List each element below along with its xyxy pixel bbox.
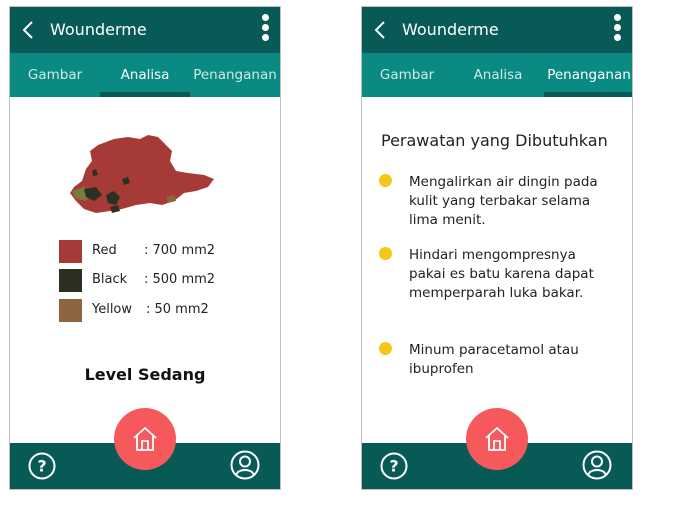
more-vert-icon[interactable] bbox=[612, 14, 622, 46]
legend-value: : 50 mm2 bbox=[146, 302, 209, 317]
legend-label: Red bbox=[92, 243, 117, 258]
home-icon bbox=[133, 427, 157, 451]
yellow-swatch bbox=[59, 299, 82, 322]
user-circle-icon[interactable] bbox=[581, 449, 613, 481]
home-icon bbox=[485, 427, 509, 451]
user-circle-icon[interactable] bbox=[229, 449, 261, 481]
tab-gambar[interactable]: Gambar bbox=[362, 53, 452, 97]
legend-value: : 500 mm2 bbox=[144, 272, 216, 287]
app-bar: Wounderme bbox=[10, 7, 280, 53]
bullet-icon bbox=[379, 342, 392, 355]
active-tab-indicator bbox=[544, 92, 632, 97]
care-item-text: Minum paracetamol atau ibuprofen bbox=[409, 342, 579, 377]
more-vert-icon[interactable] bbox=[260, 14, 270, 46]
black-swatch bbox=[59, 269, 82, 292]
tab-gambar[interactable]: Gambar bbox=[10, 53, 100, 97]
care-item-text: Hindari mengompresnya pakai es batu kare… bbox=[409, 247, 594, 301]
svg-text:?: ? bbox=[389, 457, 398, 476]
back-icon[interactable] bbox=[370, 19, 392, 41]
home-button[interactable] bbox=[114, 408, 176, 470]
care-item-text: Mengalirkan air dingin pada kulit yang t… bbox=[409, 174, 598, 228]
app-title: Wounderme bbox=[402, 20, 499, 39]
legend-value: : 700 mm2 bbox=[144, 243, 216, 258]
tab-analisa[interactable]: Analisa bbox=[452, 53, 544, 97]
legend-label: Yellow bbox=[92, 302, 133, 317]
analisa-screen: Wounderme Gambar Analisa Penanganan Red … bbox=[9, 6, 281, 490]
legend-label: Black bbox=[92, 272, 128, 287]
active-tab-indicator bbox=[100, 92, 190, 97]
svg-text:?: ? bbox=[37, 457, 46, 476]
tab-bar: Gambar Analisa Penanganan bbox=[10, 53, 280, 97]
penanganan-screen: Wounderme Gambar Analisa Penanganan Pera… bbox=[361, 6, 633, 490]
tab-penanganan[interactable]: Penanganan bbox=[188, 53, 280, 97]
home-button[interactable] bbox=[466, 408, 528, 470]
help-circle-icon[interactable]: ? bbox=[27, 451, 57, 481]
help-circle-icon[interactable]: ? bbox=[379, 451, 409, 481]
app-bar: Wounderme bbox=[362, 7, 632, 53]
severity-level: Level Sedang bbox=[84, 365, 206, 384]
tab-bar: Gambar Analisa Penanganan bbox=[362, 53, 632, 97]
wound-segmentation-image bbox=[70, 135, 214, 213]
care-title: Perawatan yang Dibutuhkan bbox=[381, 131, 608, 150]
bullet-icon bbox=[379, 247, 392, 260]
app-title: Wounderme bbox=[50, 20, 147, 39]
red-swatch bbox=[59, 240, 82, 263]
tab-penanganan[interactable]: Penanganan bbox=[544, 53, 632, 97]
bullet-icon bbox=[379, 174, 392, 187]
back-icon[interactable] bbox=[18, 19, 40, 41]
tab-analisa[interactable]: Analisa bbox=[100, 53, 190, 97]
